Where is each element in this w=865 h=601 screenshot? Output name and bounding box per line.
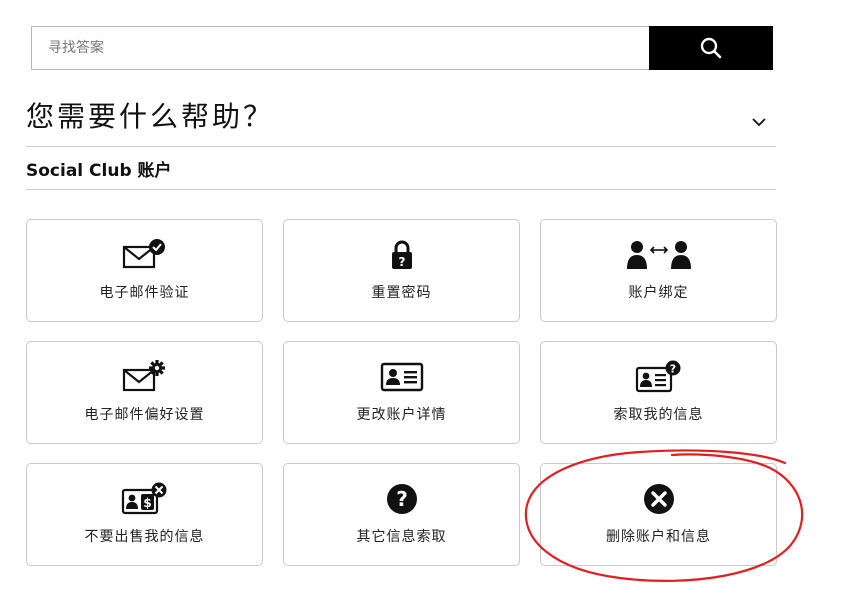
tile-change-account-details[interactable]: 更改账户详情 [283, 341, 520, 444]
chevron-down-icon [752, 118, 766, 127]
tile-label: 重置密码 [371, 285, 432, 301]
email-verify-icon [122, 239, 165, 269]
tile-label: 更改账户详情 [356, 407, 447, 423]
tile-request-my-info[interactable]: ? 索取我的信息 [540, 341, 777, 444]
support-page: 您需要什么帮助？ Social Club 账户 电子邮件验证 [0, 0, 865, 601]
section-title: Social Club 账户 [26, 161, 172, 181]
tile-do-not-sell[interactable]: $ 不要出售我的信息 [26, 463, 263, 566]
question-circle-icon: ? [386, 484, 417, 514]
tile-label: 不要出售我的信息 [84, 529, 205, 545]
svg-text:$: $ [143, 496, 151, 510]
delete-circle-icon [643, 484, 674, 514]
lock-icon: ? [391, 240, 412, 269]
tile-label: 索取我的信息 [613, 407, 704, 423]
tile-email-preferences[interactable]: 电子邮件偏好设置 [26, 341, 263, 444]
id-card-question-icon: ? [635, 360, 680, 393]
email-settings-icon [122, 360, 165, 392]
tile-delete-account[interactable]: 删除账户和信息 [540, 463, 777, 566]
page-title: 您需要什么帮助？ [26, 100, 275, 133]
section-header: Social Club 账户 [26, 147, 776, 190]
help-header: 您需要什么帮助？ [26, 93, 776, 147]
id-card-icon [380, 362, 423, 392]
svg-text:?: ? [398, 255, 405, 269]
tile-label: 删除账户和信息 [606, 529, 711, 545]
tile-label: 其它信息索取 [356, 529, 447, 545]
tile-other-info-request[interactable]: ? 其它信息索取 [283, 463, 520, 566]
tile-reset-password[interactable]: ? 重置密码 [283, 219, 520, 322]
tile-label: 电子邮件验证 [99, 285, 190, 301]
tile-label: 账户绑定 [628, 285, 689, 301]
search-input[interactable] [31, 26, 649, 70]
expand-toggle[interactable] [748, 111, 770, 133]
tile-email-verification[interactable]: 电子邮件验证 [26, 219, 263, 322]
id-card-no-sale-icon: $ [121, 482, 166, 515]
account-link-icon [626, 241, 691, 269]
tile-label: 电子邮件偏好设置 [84, 407, 205, 423]
svg-text:?: ? [396, 487, 408, 511]
search-button[interactable] [649, 26, 773, 70]
tile-grid: 电子邮件验证 ? 重置密码 账户绑定 电子邮件偏好设置 更改账户详情 ? 索取我… [26, 219, 777, 568]
search-icon [700, 37, 722, 59]
search-bar [31, 26, 773, 70]
svg-text:?: ? [669, 363, 675, 376]
tile-account-linking[interactable]: 账户绑定 [540, 219, 777, 322]
